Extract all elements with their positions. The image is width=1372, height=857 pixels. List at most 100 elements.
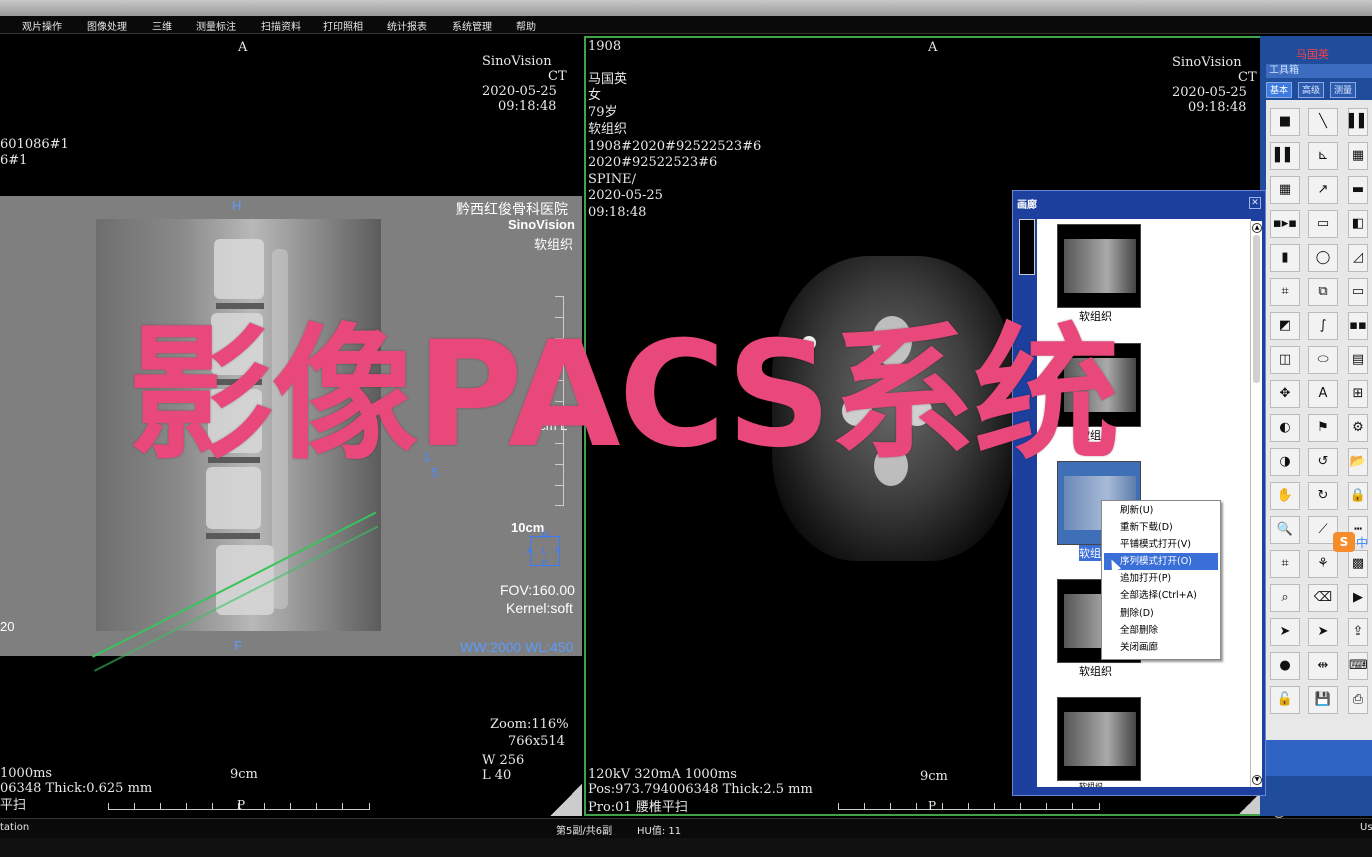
protocol: 平扫 (0, 798, 27, 813)
compare-icon[interactable]: ◩ (1270, 312, 1300, 340)
study-time: 09:18:48 (498, 99, 557, 114)
open-folder-icon[interactable]: 📂 (1348, 448, 1368, 476)
link-icon[interactable]: ▪▸▪ (1270, 210, 1300, 238)
zoom-icon[interactable]: 🔍 (1270, 516, 1300, 544)
study-date-2: 2020-05-25 (588, 188, 663, 203)
crop-icon[interactable]: ⌗ (1270, 278, 1300, 306)
sync-icon[interactable]: ▪▪ (1348, 312, 1368, 340)
menu-image[interactable]: 图像处理 (87, 18, 127, 33)
fit-icon[interactable]: ⌗ (1270, 550, 1300, 578)
tab-basic[interactable]: 基本 (1266, 82, 1293, 98)
print-icon[interactable]: ⎙ (1348, 686, 1368, 714)
angle-tool-icon[interactable]: ⊾ (1308, 142, 1338, 170)
export-icon[interactable]: ⇪ (1348, 618, 1368, 646)
stack-icon[interactable]: ▮ (1270, 244, 1300, 272)
magnify-icon[interactable]: ⌕ (1270, 584, 1300, 612)
ctx-tile-open[interactable]: 平铺模式打开(V) (1104, 536, 1218, 553)
grid-icon[interactable]: ⊞ (1348, 380, 1368, 408)
matrix-label: 766x514 (508, 734, 565, 749)
ctx-refresh[interactable]: 刷新(U) (1104, 502, 1218, 519)
rotate-right-icon[interactable]: ↻ (1308, 482, 1338, 510)
flip-icon[interactable]: ⇹ (1308, 652, 1338, 680)
menu-system[interactable]: 系统管理 (452, 18, 492, 33)
ctx-close-gallery[interactable]: 关闭画廊 (1104, 639, 1218, 656)
pan-move-icon[interactable]: ✥ (1270, 380, 1300, 408)
study-id-1: 1908#2020#92522523#6 (588, 139, 762, 154)
dot-icon[interactable]: ● (1270, 652, 1300, 680)
play-icon[interactable]: ▶ (1348, 584, 1368, 612)
ctx-append-open[interactable]: 追加打开(P) (1104, 570, 1218, 587)
hsplit-icon[interactable]: ▬ (1348, 176, 1368, 204)
eraser-icon[interactable]: ⌫ (1308, 584, 1338, 612)
lock-small-icon[interactable]: 🔓 (1270, 686, 1300, 714)
menu-view[interactable]: 观片操作 (22, 18, 62, 33)
ctx-delete[interactable]: 删除(D) (1104, 605, 1218, 622)
gallery-scrollbar[interactable]: ▲ ▼ (1250, 221, 1262, 787)
frame-icon[interactable]: ▭ (1348, 278, 1368, 306)
tray-patient: 马国英 (1296, 48, 1329, 61)
scroll-down-icon[interactable]: ▼ (1252, 775, 1262, 785)
menu-3d[interactable]: 三维 (152, 18, 172, 33)
histogram-icon[interactable]: ◿ (1348, 244, 1368, 272)
keyboard-icon[interactable]: ⌨ (1348, 652, 1368, 680)
ruler-label-right: 9cm (920, 769, 948, 784)
invert-icon[interactable]: ◑ (1270, 448, 1300, 476)
tab-advanced[interactable]: 高级 (1298, 82, 1325, 98)
menu-scan[interactable]: 扫描资料 (261, 18, 301, 33)
gallery-window: 画廊 ✕ 软组织 软组织 软组织 软组织 软组织 ▲ ▼ (1012, 190, 1266, 796)
gallery-thumb-1[interactable] (1057, 224, 1141, 308)
toolbox-footer (1266, 740, 1372, 776)
rect-tool-icon[interactable]: ▭ (1308, 210, 1338, 238)
series-icon[interactable]: ◫ (1270, 346, 1300, 374)
copy-icon[interactable]: ⧉ (1308, 278, 1338, 306)
layout-two-icon[interactable]: ▌▌ (1270, 142, 1300, 170)
gradient-icon[interactable]: ◧ (1348, 210, 1368, 238)
contrast-icon[interactable]: ◐ (1270, 414, 1300, 442)
curve-tool-icon[interactable]: ∫ (1308, 312, 1338, 340)
scroll-up-icon[interactable]: ▲ (1252, 223, 1262, 233)
arrow-tool-icon[interactable]: ↗ (1308, 176, 1338, 204)
ime-logo-icon[interactable]: S (1333, 532, 1355, 552)
position-thickness-right: Pos:973.794006348 Thick:2.5 mm (588, 782, 813, 797)
ellipse-roi-icon[interactable]: ⬭ (1308, 346, 1338, 374)
gallery-thumb-5[interactable] (1057, 697, 1141, 781)
tab-measure[interactable]: 测量 (1330, 82, 1357, 98)
pointer-icon[interactable]: ➤ (1270, 618, 1300, 646)
layout-four-icon[interactable]: ▦ (1270, 176, 1300, 204)
kernel-label: Kernel:soft (506, 600, 573, 616)
rotate-icon[interactable]: ↺ (1308, 448, 1338, 476)
ctx-select-all[interactable]: 全部选择(Ctrl+A) (1104, 587, 1218, 604)
flag-icon[interactable]: ⚑ (1308, 414, 1338, 442)
text-tool-icon[interactable]: A (1308, 380, 1338, 408)
table-icon[interactable]: ▤ (1348, 346, 1368, 374)
overlay-title: 影像PACS系统 (128, 310, 1120, 480)
save-icon[interactable]: 💾 (1308, 686, 1338, 714)
ruler-label: 9cm (230, 767, 258, 782)
magic-wand-icon[interactable]: ⚘ (1308, 550, 1338, 578)
square-tool-icon[interactable]: ■ (1270, 108, 1300, 136)
ctx-delete-all[interactable]: 全部删除 (1104, 622, 1218, 639)
split-tool-icon[interactable]: ▌▌ (1348, 108, 1369, 136)
select-icon[interactable]: ➤ (1308, 618, 1338, 646)
grid-four-icon[interactable]: ▦ (1348, 142, 1368, 170)
menu-print[interactable]: 打印照相 (323, 18, 363, 33)
menu-report[interactable]: 统计报表 (387, 18, 427, 33)
toolbox-panel: 马国英 工具箱 基本 高级 测量 ■ ╲ ▌▌ ▌▌ ⊾ ▦ ▦ ↗ ▬ ▪▸▪… (1260, 36, 1372, 816)
study-date-right: 2020-05-25 (1172, 85, 1247, 100)
gallery-close-button[interactable]: ✕ (1249, 197, 1261, 209)
ruler-p-right: P (928, 799, 937, 813)
hand-pan-icon[interactable]: ✋ (1270, 482, 1300, 510)
film-icon[interactable]: ▩ (1348, 550, 1368, 578)
line-tool-icon[interactable]: ╲ (1308, 108, 1338, 136)
gallery-side-thumb[interactable] (1019, 219, 1035, 275)
menu-measure[interactable]: 测量标注 (196, 18, 236, 33)
scroll-thumb[interactable] (1253, 235, 1260, 383)
gallery-title: 画廊 (1017, 200, 1037, 211)
lock-icon[interactable]: 🔒 (1348, 482, 1368, 510)
menu-help[interactable]: 帮助 (516, 18, 536, 33)
ctx-redownload[interactable]: 重新下载(D) (1104, 519, 1218, 536)
ellipse-tool-icon[interactable]: ◯ (1308, 244, 1338, 272)
ime-mode-icon[interactable]: 中 (1356, 534, 1368, 551)
corner-fold-icon[interactable] (550, 784, 582, 816)
stamp-icon[interactable]: ⚙ (1348, 414, 1368, 442)
